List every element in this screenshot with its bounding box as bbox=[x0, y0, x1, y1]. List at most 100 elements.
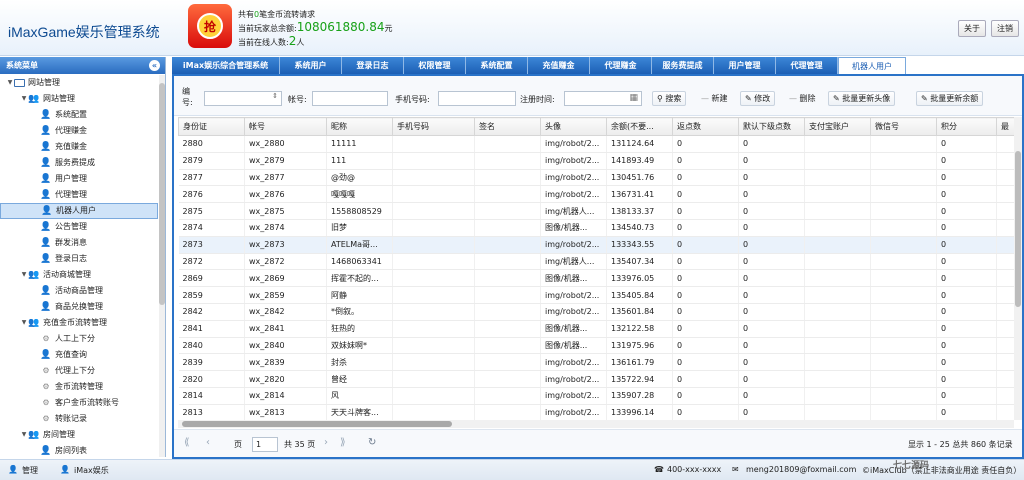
table-row[interactable]: 2876 wx_2876 嘎嘎嘎 img/robot/2... 136731.41 0 0 0 bbox=[178, 185, 1014, 204]
expand-arrow-icon[interactable]: ▼ bbox=[20, 427, 28, 443]
table-row[interactable]: 2814 wx_2814 风 img/robot/2... 135907.28 0 0 0 bbox=[178, 387, 1014, 405]
delete-button[interactable]: — 删除 bbox=[784, 91, 821, 106]
column-header[interactable]: 默认下级点数 bbox=[738, 117, 805, 136]
sidebar-item-7[interactable]: 👤 代理管理 bbox=[0, 187, 158, 203]
table-row[interactable]: 2842 wx_2842 *倒叙。 img/robot/2... 135601.84 0 0… bbox=[178, 303, 1014, 321]
column-header[interactable]: 身份证 bbox=[178, 117, 245, 136]
expand-arrow-icon[interactable]: ▼ bbox=[20, 267, 28, 283]
table-row[interactable]: 2874 wx_2874 旧梦 图像/机器... 134540.73 0 0 0 bbox=[178, 219, 1014, 237]
new-button[interactable]: — 新建 bbox=[696, 91, 733, 106]
sidebar-item-14[interactable]: 👤 商品兑换管理 bbox=[0, 299, 158, 315]
page-number-input[interactable]: 1 bbox=[252, 437, 278, 452]
sidebar-item-18[interactable]: ⚙ 代理上下分 bbox=[0, 363, 158, 379]
grid-vertical-scrollbar-thumb[interactable] bbox=[1015, 151, 1021, 307]
expand-arrow-icon[interactable]: ▼ bbox=[20, 91, 28, 107]
sidebar-item-2[interactable]: 👤 系统配置 bbox=[0, 107, 158, 123]
tab-4[interactable]: 系统配置 bbox=[466, 57, 528, 74]
sidebar-item-16[interactable]: ⚙ 人工上下分 bbox=[0, 331, 158, 347]
edit-button[interactable]: ✎ 修改 bbox=[740, 91, 776, 106]
tab-9[interactable]: 代理管理 bbox=[776, 57, 838, 74]
sidebar-item-1[interactable]: ▼ 👥 网站管理 bbox=[0, 91, 158, 107]
prev-page-icon[interactable]: ‹ bbox=[206, 437, 210, 448]
batch-update-avatar-button[interactable]: ✎ 批量更新头像 bbox=[828, 91, 896, 106]
sidebar-item-13[interactable]: 👤 活动商品管理 bbox=[0, 283, 158, 299]
sidebar-item-19[interactable]: ⚙ 金币流转管理 bbox=[0, 379, 158, 395]
table-row[interactable]: 2841 wx_2841 狂热的 图像/机器... 132122.58 0 0 0 bbox=[178, 320, 1014, 338]
sidebar-item-5[interactable]: 👤 服务费提成 bbox=[0, 155, 158, 171]
about-button[interactable]: 关于 bbox=[958, 20, 986, 37]
tab-0[interactable]: iMax娱乐综合管理系统 bbox=[172, 57, 280, 74]
table-row[interactable]: 2877 wx_2877 @劲@ img/robot/2... 130451.76 0 0 0 bbox=[178, 169, 1014, 187]
column-header[interactable]: 签名 bbox=[474, 117, 541, 136]
last-page-icon[interactable]: ⟫ bbox=[340, 437, 346, 448]
column-header[interactable]: 手机号码 bbox=[392, 117, 475, 136]
sidebar-item-8[interactable]: 👤 机器人用户 bbox=[0, 203, 158, 219]
column-header[interactable]: 支付宝账户 bbox=[804, 117, 871, 136]
search-toolbar: 编 号: ⇕ 帐号: 手机号码: 注册时间: ▦ ⚲ 搜索 — 新建 ✎ 修改 … bbox=[174, 76, 1022, 116]
table-row[interactable]: 2840 wx_2840 双妹妹啊* 图像/机器... 131975.96 0 0 0 bbox=[178, 337, 1014, 355]
regtime-input[interactable]: ▦ bbox=[564, 91, 642, 106]
grid-vertical-scrollbar[interactable] bbox=[1014, 117, 1022, 420]
id-input[interactable]: ⇕ bbox=[204, 91, 282, 106]
sidebar-item-22[interactable]: ▼ 👥 房间管理 bbox=[0, 427, 158, 443]
sidebar-scrollbar-thumb[interactable] bbox=[159, 83, 165, 305]
column-header[interactable]: 返点数 bbox=[672, 117, 739, 136]
grid-horizontal-scrollbar-thumb[interactable] bbox=[182, 421, 452, 427]
tab-10[interactable]: 机器人用户 bbox=[838, 57, 906, 74]
column-header[interactable]: 微信号 bbox=[870, 117, 937, 136]
table-row[interactable]: 2839 wx_2839 封杀 img/robot/2... 136161.79 0 0 0 bbox=[178, 353, 1014, 372]
table-row[interactable]: 2880 wx_2880 11111 img/robot/2... 131124.64 0… bbox=[178, 135, 1014, 153]
table-row[interactable]: 2872 wx_2872 1468063341 img/机器人... 135407.34… bbox=[178, 253, 1014, 271]
tab-3[interactable]: 权限管理 bbox=[404, 57, 466, 74]
sidebar-item-11[interactable]: 👤 登录日志 bbox=[0, 251, 158, 267]
next-page-icon[interactable]: › bbox=[324, 437, 328, 448]
spinner-icon[interactable]: ⇕ bbox=[272, 92, 278, 100]
column-header[interactable]: 昵称 bbox=[326, 117, 393, 136]
sidebar-item-10[interactable]: 👤 群发消息 bbox=[0, 235, 158, 251]
table-row[interactable]: 2875 wx_2875 1558808529 img/机器人... 138133.37… bbox=[178, 202, 1014, 220]
phone-input[interactable] bbox=[438, 91, 516, 106]
sidebar-item-4[interactable]: 👤 充值赚金 bbox=[0, 139, 158, 155]
collapse-icon[interactable]: « bbox=[149, 60, 160, 71]
sidebar-item-6[interactable]: 👤 用户管理 bbox=[0, 171, 158, 187]
tab-1[interactable]: 系统用户 bbox=[280, 57, 342, 74]
calendar-icon[interactable]: ▦ bbox=[629, 92, 638, 105]
sidebar-item-3[interactable]: 👤 代理赚金 bbox=[0, 123, 158, 139]
refresh-icon[interactable]: ↻ bbox=[368, 437, 376, 448]
tab-8[interactable]: 用户管理 bbox=[714, 57, 776, 74]
batch-update-balance-button[interactable]: ✎ 批量更新余额 bbox=[916, 91, 984, 106]
search-button[interactable]: ⚲ 搜索 bbox=[652, 91, 687, 106]
table-row[interactable]: 2813 wx_2813 天天斗牌客... img/robot/2... 133996.… bbox=[178, 404, 1014, 420]
column-header[interactable]: 积分 bbox=[936, 117, 997, 136]
table-row[interactable]: 2879 wx_2879 111 img/robot/2... 141893.49 0 0 0 bbox=[178, 152, 1014, 170]
column-header[interactable]: 头像 bbox=[540, 117, 607, 136]
table-row[interactable]: 2873 wx_2873 ATELMa哥... img/robot/2... 13334… bbox=[178, 236, 1014, 254]
sidebar-item-21[interactable]: ⚙ 转账记录 bbox=[0, 411, 158, 427]
sidebar-item-23[interactable]: 👤 房间列表 bbox=[0, 443, 158, 457]
tab-5[interactable]: 充值赚金 bbox=[528, 57, 590, 74]
sidebar-item-17[interactable]: 👤 充值查询 bbox=[0, 347, 158, 363]
column-header[interactable]: 最 bbox=[996, 117, 1014, 136]
sidebar-item-label: 转账记录 bbox=[55, 414, 87, 423]
sidebar-item-12[interactable]: ▼ 👥 活动商城管理 bbox=[0, 267, 158, 283]
sidebar-item-15[interactable]: ▼ 👥 充值金币流转管理 bbox=[0, 315, 158, 331]
table-row[interactable]: 2869 wx_2869 挥霍不起的... 图像/机器... 133976.05 0 0 0 bbox=[178, 269, 1014, 288]
logout-button[interactable]: 注销 bbox=[991, 20, 1019, 37]
sidebar-item-0[interactable]: ▼ 网站管理 bbox=[0, 75, 158, 91]
column-header[interactable]: 余额(不要... bbox=[606, 117, 673, 136]
sidebar-item-20[interactable]: ⚙ 客户金币流转账号 bbox=[0, 395, 158, 411]
tab-7[interactable]: 服务费提成 bbox=[652, 57, 714, 74]
column-header[interactable]: 帐号 bbox=[244, 117, 327, 136]
table-row[interactable]: 2859 wx_2859 阿静 img/robot/2... 135405.84 0 0 0 bbox=[178, 286, 1014, 304]
table-row[interactable]: 2820 wx_2820 曾经 img/robot/2... 135722.94 0 0 0 bbox=[178, 370, 1014, 388]
tab-6[interactable]: 代理赚金 bbox=[590, 57, 652, 74]
grid-horizontal-scrollbar[interactable] bbox=[178, 420, 1014, 428]
first-page-icon[interactable]: ⟪ bbox=[184, 437, 190, 448]
tab-2[interactable]: 登录日志 bbox=[342, 57, 404, 74]
sidebar-item-9[interactable]: 👤 公告管理 bbox=[0, 219, 158, 235]
account-input[interactable] bbox=[312, 91, 388, 106]
user-icon: 👤 bbox=[40, 222, 52, 232]
sidebar-scrollbar[interactable] bbox=[159, 75, 165, 457]
expand-arrow-icon[interactable]: ▼ bbox=[6, 75, 14, 91]
expand-arrow-icon[interactable]: ▼ bbox=[20, 315, 28, 331]
